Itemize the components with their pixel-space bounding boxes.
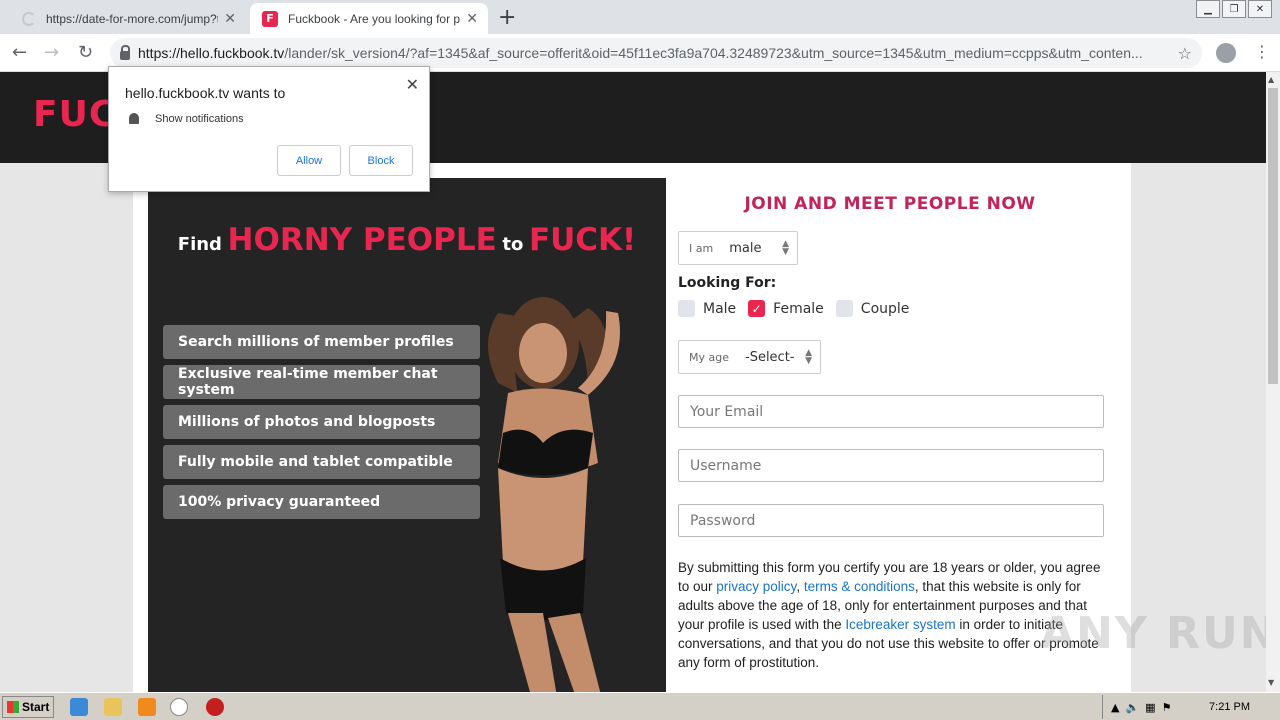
hero-panel: Find HORNY PEOPLE to FUCK! Search millio… <box>148 178 666 692</box>
list-item: 100% privacy guaranteed <box>163 485 480 519</box>
checkbox-empty-icon <box>678 300 695 317</box>
checkbox-female[interactable]: ✓ Female <box>748 300 824 317</box>
privacy-policy-link[interactable]: privacy policy <box>716 579 796 594</box>
alert-icon[interactable] <box>206 698 224 716</box>
permission-text: Show notifications <box>155 113 244 125</box>
close-icon[interactable]: ✕ <box>406 75 419 94</box>
network-icon[interactable]: ▦ <box>1145 701 1155 714</box>
profile-avatar-icon[interactable] <box>1216 43 1236 63</box>
tray-arrow-icon[interactable]: ▲ <box>1111 701 1119 714</box>
scroll-up-icon[interactable]: ▲ <box>1268 75 1274 84</box>
bookmark-star-icon[interactable]: ☆ <box>1178 44 1192 63</box>
gender-select[interactable]: I am male ▲ ▼ <box>678 231 798 265</box>
close-tab-icon[interactable]: ✕ <box>466 11 478 27</box>
minimize-icon[interactable]: ▁ <box>1196 0 1220 18</box>
list-item: Millions of photos and blogposts <box>163 405 480 439</box>
list-item: Fully mobile and tablet compatible <box>163 445 480 479</box>
age-select[interactable]: My age -Select- ▲ ▼ <box>678 340 821 374</box>
chrome-menu-icon[interactable]: ⋮ <box>1254 42 1270 61</box>
loading-spinner-icon <box>22 11 36 26</box>
bell-icon <box>129 113 139 124</box>
back-arrow-icon[interactable]: ← <box>12 42 27 63</box>
browser-tab-bar: https://date-for-more.com/jump?tds ✕ F F… <box>0 0 1280 34</box>
username-field[interactable]: Username <box>678 449 1104 482</box>
address-bar[interactable]: https://hello.fuckbook.tv/lander/sk_vers… <box>110 38 1202 68</box>
content-container: Find HORNY PEOPLE to FUCK! Search millio… <box>133 163 1131 692</box>
site-favicon-icon: F <box>262 10 278 27</box>
select-arrows-icon: ▲ ▼ <box>782 239 789 257</box>
url-text: https://hello.fuckbook.tv/lander/sk_vers… <box>138 45 1143 61</box>
new-tab-icon[interactable]: + <box>498 5 516 30</box>
scroll-down-icon[interactable]: ▼ <box>1268 678 1274 687</box>
system-tray: ▲ 🔈 ▦ ⚑ 7:21 PM <box>1102 695 1280 719</box>
window-controls: ▁ ❐ ✕ <box>1196 0 1272 18</box>
anyrun-watermark: ANY RUN <box>1040 608 1279 659</box>
lock-icon <box>120 44 130 60</box>
reload-icon[interactable]: ↻ <box>78 42 93 63</box>
icebreaker-link[interactable]: Icebreaker system <box>845 617 955 632</box>
password-field[interactable]: Password <box>678 504 1104 537</box>
media-player-icon[interactable] <box>138 698 156 716</box>
folder-icon[interactable] <box>104 698 122 716</box>
allow-button[interactable]: Allow <box>277 145 341 176</box>
popup-title: hello.fuckbook.tv wants to <box>125 85 286 101</box>
notification-permission-popup: hello.fuckbook.tv wants to ✕ Show notifi… <box>108 66 430 192</box>
tab-title: https://date-for-more.com/jump?tds <box>46 11 219 26</box>
email-field[interactable]: Your Email <box>678 395 1104 428</box>
checkbox-male[interactable]: Male <box>678 300 736 317</box>
volume-icon[interactable]: 🔈 <box>1125 701 1139 714</box>
checkbox-couple[interactable]: Couple <box>835 300 909 317</box>
internet-explorer-icon[interactable] <box>70 698 88 716</box>
forward-arrow-icon[interactable]: → <box>44 42 59 63</box>
tab-date-for-more[interactable]: https://date-for-more.com/jump?tds ✕ <box>10 3 246 34</box>
hero-headline: Find HORNY PEOPLE to FUCK! <box>177 222 637 258</box>
block-button[interactable]: Block <box>349 145 413 176</box>
tab-title: Fuckbook - Are you looking for pleas <box>288 11 461 26</box>
list-item: Search millions of member profiles <box>163 325 480 359</box>
checkbox-empty-icon <box>835 300 853 317</box>
chrome-icon[interactable] <box>170 698 188 716</box>
feature-list: Search millions of member profiles Exclu… <box>163 325 480 525</box>
window-close-icon[interactable]: ✕ <box>1248 0 1272 18</box>
looking-for-label: Looking For: <box>678 275 777 291</box>
windows-taskbar: Start ▲ 🔈 ▦ ⚑ 7:21 PM <box>0 692 1280 720</box>
restore-icon[interactable]: ❐ <box>1222 0 1246 18</box>
select-arrows-icon: ▲ ▼ <box>805 348 812 366</box>
list-item: Exclusive real-time member chat system <box>163 365 480 399</box>
flag-icon[interactable]: ⚑ <box>1162 701 1172 714</box>
checkbox-checked-icon: ✓ <box>748 300 766 317</box>
windows-logo-icon <box>7 701 19 713</box>
site-logo[interactable]: FUC <box>33 94 116 135</box>
page-scrollbar[interactable]: ▲ ▼ <box>1266 72 1280 692</box>
looking-for-options: Male ✓ Female Couple <box>678 300 909 317</box>
form-title: JOIN AND MEET PEOPLE NOW <box>744 194 1036 214</box>
clock[interactable]: 7:21 PM <box>1209 701 1250 713</box>
terms-conditions-link[interactable]: terms & conditions <box>804 579 915 594</box>
scrollbar-thumb[interactable] <box>1268 88 1278 384</box>
start-button[interactable]: Start <box>2 696 54 718</box>
close-tab-icon[interactable]: ✕ <box>224 11 236 27</box>
tab-fuckbook[interactable]: F Fuckbook - Are you looking for pleas ✕ <box>250 3 488 34</box>
